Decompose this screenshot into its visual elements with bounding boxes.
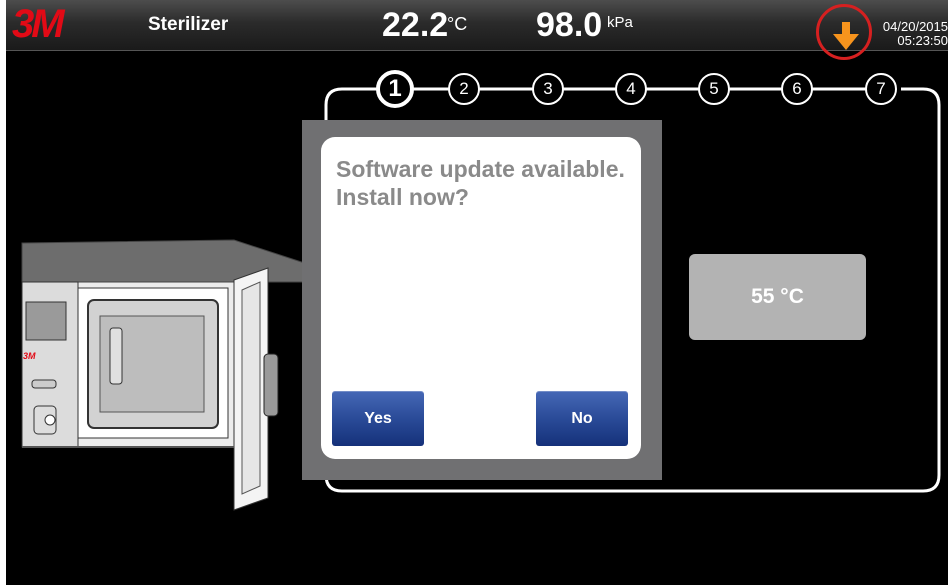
yes-button[interactable]: Yes [332,391,424,446]
step-2[interactable]: 2 [444,74,484,104]
step-6[interactable]: 6 [777,74,817,104]
step-7[interactable]: 7 [861,74,901,104]
sterilizer-screen: 3M Sterilizer 22.2 °C 98.0 kPa 04/20/201… [6,0,948,585]
dialog-message: Software update available. Install now? [336,156,625,210]
step-3[interactable]: 3 [528,74,568,104]
step-1[interactable]: 1 [375,74,415,104]
setpoint-temperature-button[interactable]: 55 °C [689,254,866,340]
no-button[interactable]: No [536,391,628,446]
step-4[interactable]: 4 [611,74,651,104]
step-5[interactable]: 5 [694,74,734,104]
